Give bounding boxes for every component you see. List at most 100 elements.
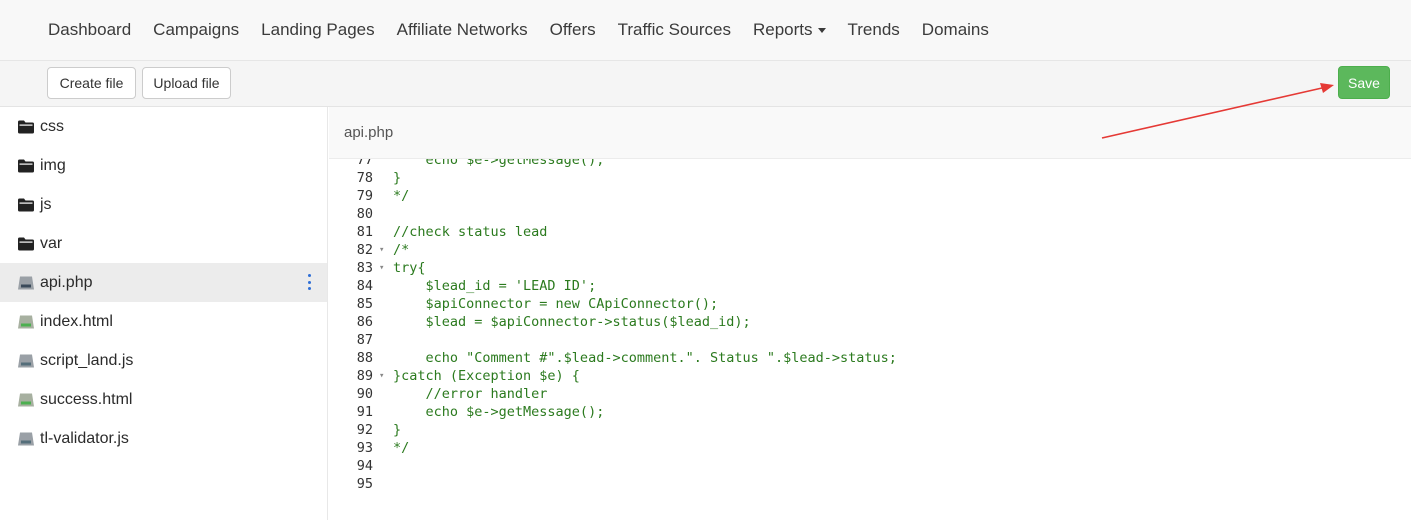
top-navigation: Dashboard Campaigns Landing Pages Affili… [0,0,1411,60]
html-file-icon [18,315,34,328]
code-line: 88 echo "Comment #".$lead->comment.". St… [329,349,1411,367]
code-text: //check status lead [393,224,548,240]
nav-reports-label: Reports [752,20,813,39]
file-label: img [40,156,66,174]
code-line: 79 */ [329,187,1411,205]
code-line: 78} [329,169,1411,187]
editor-filename: api.php [344,124,394,141]
code-line: 92} [329,421,1411,439]
code-line: 84 $lead_id = 'LEAD ID'; [329,277,1411,295]
line-number: 95 [356,476,373,492]
file-label: success.html [40,390,133,408]
line-number: 83 [356,260,373,276]
code-line: 94 [329,457,1411,475]
nav-domains[interactable]: Domains [922,20,989,40]
code-text: //error handler [393,386,548,402]
code-text: */ [393,188,410,204]
line-number: 87 [356,332,373,348]
file-api-php[interactable]: api.php [0,263,327,302]
line-number: 81 [356,224,373,240]
file-script-land-js[interactable]: script_land.js [0,341,327,380]
code-text: } [393,422,402,438]
line-number: 80 [356,206,373,222]
line-number: 84 [356,278,373,294]
file-options-icon[interactable] [307,274,311,290]
file-label: js [40,195,52,213]
php-file-icon [18,276,34,289]
code-line: 91 echo $e->getMessage(); [329,403,1411,421]
line-number: 88 [356,350,373,366]
folder-icon [18,120,34,133]
nav-dashboard[interactable]: Dashboard [48,20,131,40]
file-toolbar: Create file Upload file Save [0,60,1411,107]
line-number: 77 [356,159,373,168]
line-number: 79 [356,188,373,204]
line-number: 86 [356,314,373,330]
code-text: $apiConnector = new CApiConnector(); [393,296,719,312]
file-index-html[interactable]: index.html [0,302,327,341]
nav-traffic-sources[interactable]: Traffic Sources [618,20,731,40]
code-line: 83 ▾ try{ [329,259,1411,277]
code-line: 87 [329,331,1411,349]
html-file-icon [18,393,34,406]
editor-filename-bar: api.php [329,107,1411,159]
nav-campaigns[interactable]: Campaigns [153,20,239,40]
line-number: 91 [356,404,373,420]
code-text: try{ [393,260,426,276]
code-line: 93 */ [329,439,1411,457]
folder-var[interactable]: var [0,224,327,263]
file-label: var [40,234,63,252]
file-label: css [40,117,64,135]
line-number: 78 [356,170,373,186]
folder-css[interactable]: css [0,107,327,146]
caret-down-icon [817,28,826,34]
code-text: }catch (Exception $e) { [393,368,580,384]
nav-reports-dropdown[interactable]: Reports [753,20,826,40]
nav-landing-pages[interactable]: Landing Pages [261,20,374,40]
line-number: 82 [356,242,373,258]
nav-offers[interactable]: Offers [550,20,596,40]
file-tree-sidebar: css img js var api.php index.html script… [0,107,328,520]
line-number: 92 [356,422,373,438]
code-line: 77 echo $e->getMessage(); [329,159,1411,169]
fold-toggle-icon[interactable]: ▾ [379,241,384,259]
folder-icon [18,198,34,211]
nav-trends[interactable]: Trends [848,20,900,40]
code-text: /* [393,242,410,258]
fold-toggle-icon[interactable]: ▾ [379,367,384,385]
save-button[interactable]: Save [1338,66,1390,99]
upload-file-button[interactable]: Upload file [142,67,231,99]
file-label: index.html [40,312,113,330]
folder-img[interactable]: img [0,146,327,185]
file-success-html[interactable]: success.html [0,380,327,419]
file-label: api.php [40,273,93,291]
nav-affiliate-networks[interactable]: Affiliate Networks [397,20,528,40]
file-tl-validator-js[interactable]: tl-validator.js [0,419,327,458]
file-label: script_land.js [40,351,134,369]
code-editor[interactable]: 77 echo $e->getMessage(); 78} 79 */ 80 81… [329,159,1411,520]
code-text: */ [393,440,410,456]
line-number: 94 [356,458,373,474]
code-line: 95 [329,475,1411,493]
code-line: 82 ▾ /* [329,241,1411,259]
code-line: 81 //check status lead [329,223,1411,241]
code-line: 90 //error handler [329,385,1411,403]
create-file-button[interactable]: Create file [47,67,136,99]
line-number: 93 [356,440,373,456]
line-number: 85 [356,296,373,312]
code-text: $lead = $apiConnector->status($lead_id); [393,314,751,330]
code-text: } [393,170,402,186]
code-text: echo $e->getMessage(); [393,404,605,420]
code-text: $lead_id = 'LEAD ID'; [393,278,597,294]
line-number: 90 [356,386,373,402]
fold-toggle-icon[interactable]: ▾ [379,259,384,277]
code-text: echo "Comment #".$lead->comment.". Statu… [393,350,897,366]
line-number: 89 [356,368,373,384]
code-line: 86 $lead = $apiConnector->status($lead_i… [329,313,1411,331]
folder-js[interactable]: js [0,185,327,224]
file-label: tl-validator.js [40,429,129,447]
code-line: 85 $apiConnector = new CApiConnector(); [329,295,1411,313]
code-text: echo $e->getMessage(); [393,159,605,168]
folder-icon [18,159,34,172]
js-file-icon [18,432,34,445]
